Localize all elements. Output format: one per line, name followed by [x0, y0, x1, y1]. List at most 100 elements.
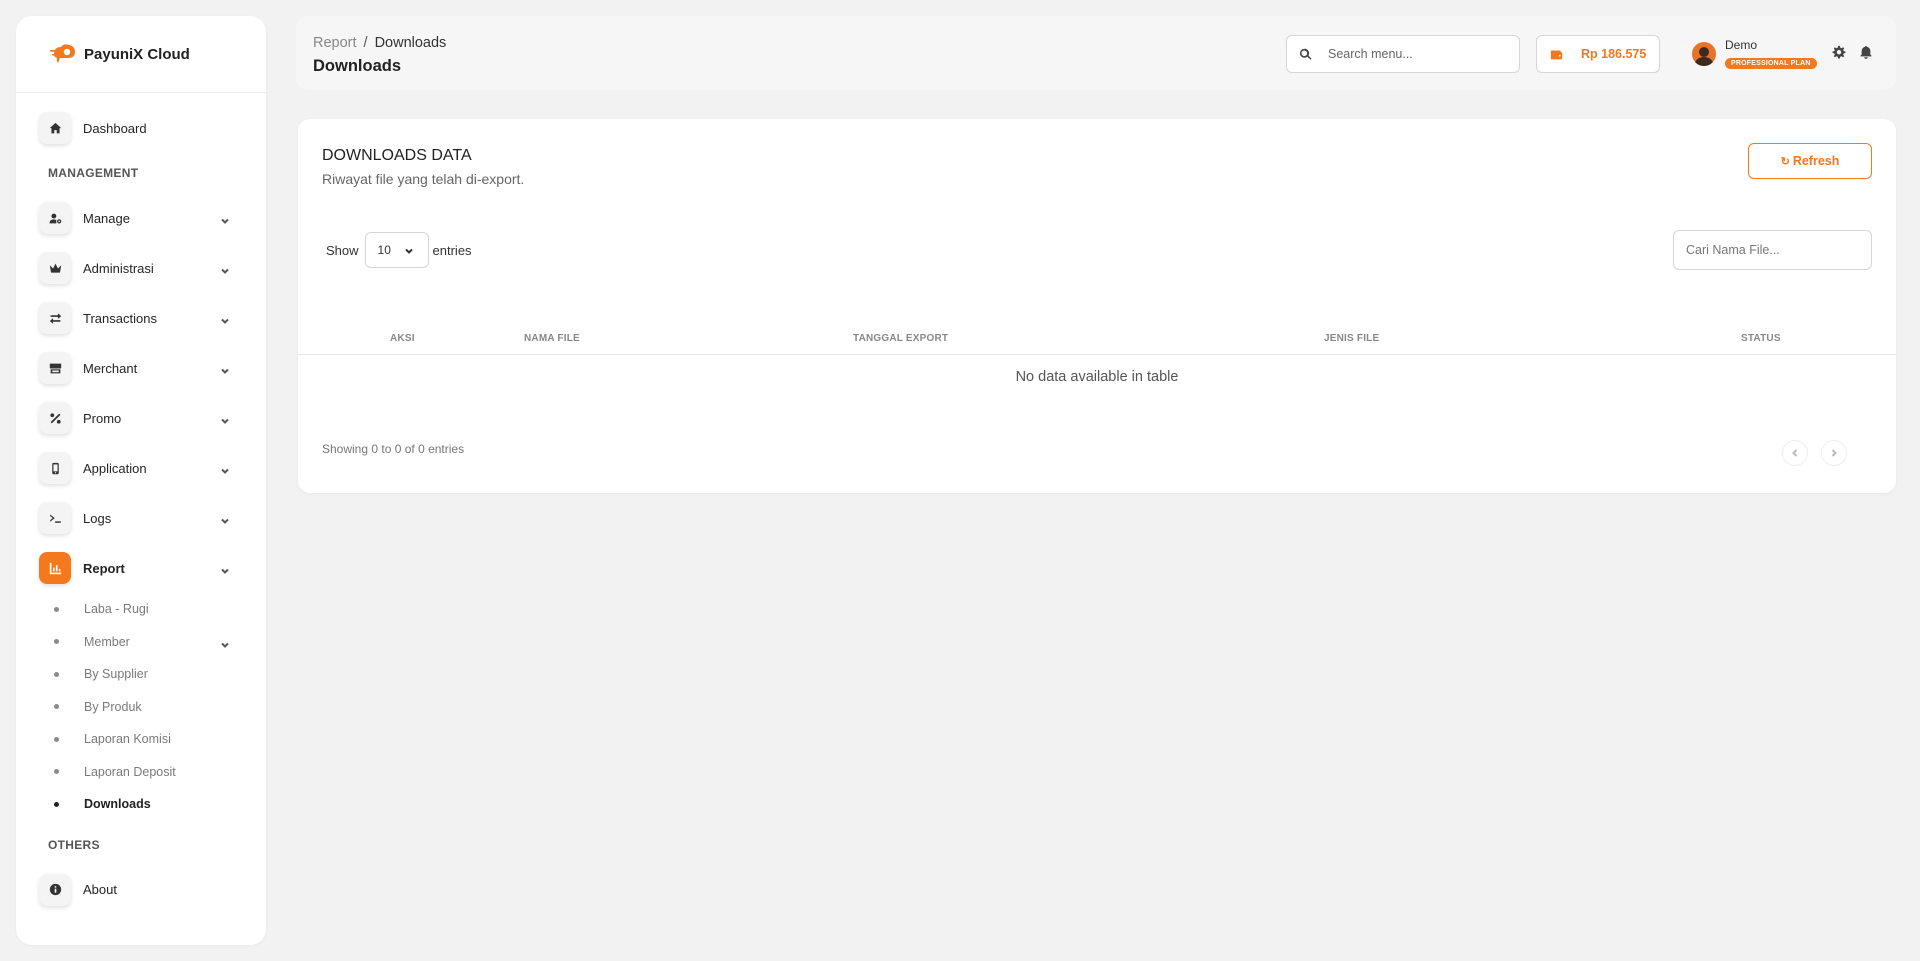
- column-header-jenis-file[interactable]: JENIS FILE: [1324, 333, 1379, 344]
- terminal-icon: [39, 502, 71, 534]
- bullet-dot-icon: [54, 671, 59, 677]
- entries-label: entries: [432, 242, 472, 258]
- mobile-icon: [39, 452, 71, 484]
- sidebar-item-transactions[interactable]: Transactions: [16, 293, 266, 343]
- table-header: AKSI NAMA FILE TANGGAL EXPORT JENIS FILE…: [298, 325, 1896, 355]
- pagination-next-button[interactable]: [1821, 440, 1847, 466]
- submenu-item-label: By Produk: [84, 699, 142, 714]
- bell-icon[interactable]: [1859, 45, 1873, 59]
- column-header-tanggal-export[interactable]: TANGGAL EXPORT: [853, 333, 948, 344]
- user-menu[interactable]: Demo PROFESSIONAL PLAN: [1692, 38, 1817, 70]
- brand-name: PayuniX Cloud: [84, 45, 190, 63]
- sidebar-item-label: Report: [83, 560, 125, 576]
- brand[interactable]: PayuniX Cloud: [16, 16, 266, 93]
- bullet-dot-icon: [54, 704, 59, 710]
- column-header-status[interactable]: STATUS: [1741, 333, 1781, 344]
- sidebar-item-logs[interactable]: Logs: [16, 493, 266, 543]
- sidebar-item-dashboard[interactable]: Dashboard: [16, 103, 266, 153]
- sidebar-item-label: Application: [83, 460, 147, 476]
- sidebar-item-application[interactable]: Application: [16, 443, 266, 493]
- submenu-item-downloads[interactable]: Downloads: [16, 788, 266, 821]
- table-info: Showing 0 to 0 of 0 entries: [322, 442, 465, 456]
- submenu-item-label: Laba - Rugi: [84, 602, 149, 617]
- sidebar-item-label: Dashboard: [83, 120, 147, 136]
- table-empty-message: No data available in table: [1015, 369, 1179, 385]
- column-header-nama-file[interactable]: NAMA FILE: [524, 333, 580, 344]
- chevron-down-icon: [220, 637, 230, 648]
- report-submenu: Laba - Rugi Member By Supplier By Produk…: [16, 593, 266, 821]
- submenu-item-laporan-komisi[interactable]: Laporan Komisi: [16, 723, 266, 756]
- page-length-value: 10: [377, 243, 391, 257]
- arrows-swap-icon: [39, 302, 71, 334]
- chart-icon: [39, 552, 71, 584]
- chevron-down-icon: [220, 413, 230, 424]
- chevron-left-icon: [1792, 449, 1798, 457]
- balance-button[interactable]: Rp 186.575: [1536, 35, 1660, 73]
- bullet-dot-icon: [54, 639, 59, 645]
- chevron-down-icon: [220, 563, 230, 574]
- search-menu-input[interactable]: [1328, 47, 1508, 61]
- submenu-item-label: By Supplier: [84, 667, 148, 682]
- breadcrumb-parent[interactable]: Report: [313, 35, 357, 51]
- submenu-item-label: Laporan Komisi: [84, 732, 171, 747]
- submenu-item-label: Downloads: [84, 797, 151, 812]
- brand-logo-icon: [48, 39, 78, 69]
- sidebar-item-label: Transactions: [83, 310, 157, 326]
- sidebar-item-administrasi[interactable]: Administrasi: [16, 243, 266, 293]
- chevron-down-icon: [220, 313, 230, 324]
- sidebar-item-label: Administrasi: [83, 260, 154, 276]
- user-info: Demo PROFESSIONAL PLAN: [1725, 38, 1817, 70]
- chevron-down-icon: [220, 213, 230, 224]
- percent-icon: [39, 402, 71, 434]
- sidebar-item-promo[interactable]: Promo: [16, 393, 266, 443]
- column-header-aksi[interactable]: AKSI: [390, 333, 415, 344]
- page-length-select[interactable]: 10: [364, 232, 429, 268]
- page-title: Downloads: [313, 57, 402, 75]
- submenu-item-laporan-deposit[interactable]: Laporan Deposit: [16, 756, 266, 789]
- breadcrumb-separator: /: [363, 35, 368, 51]
- wallet-icon: [1550, 49, 1563, 59]
- card-title: DOWNLOADS DATA: [322, 147, 472, 164]
- chevron-down-icon: [220, 263, 230, 274]
- pagination-previous-button[interactable]: [1782, 440, 1808, 466]
- info-icon: [39, 873, 71, 906]
- home-icon: [39, 112, 71, 144]
- breadcrumb: Report / Downloads: [313, 35, 446, 51]
- chevron-down-icon: [220, 463, 230, 474]
- chevron-down-icon: [220, 363, 230, 374]
- sidebar-item-label: Merchant: [83, 360, 138, 376]
- sidebar: PayuniX Cloud Dashboard MANAGEMENT Manag…: [16, 16, 266, 945]
- bullet-dot-icon: [54, 801, 59, 807]
- refresh-label: Refresh: [1792, 154, 1840, 168]
- sidebar-item-report[interactable]: Report: [16, 543, 266, 593]
- page-length-control: Show 10 entries: [326, 232, 472, 268]
- section-title-others: OTHERS: [48, 837, 100, 852]
- sidebar-item-label: Logs: [83, 510, 112, 526]
- sidebar-item-merchant[interactable]: Merchant: [16, 343, 266, 393]
- store-icon: [39, 352, 71, 384]
- submenu-item-by-supplier[interactable]: By Supplier: [16, 658, 266, 691]
- crown-icon: [39, 252, 71, 284]
- sidebar-item-about[interactable]: About: [16, 865, 266, 915]
- submenu-item-member[interactable]: Member: [16, 626, 266, 659]
- sidebar-item-manage[interactable]: Manage: [16, 193, 266, 243]
- sidebar-item-label: About: [83, 882, 117, 897]
- submenu-item-laba-rugi[interactable]: Laba - Rugi: [16, 593, 266, 626]
- file-search-input[interactable]: [1673, 230, 1872, 270]
- section-title-management: MANAGEMENT: [48, 166, 139, 180]
- card-subtitle: Riwayat file yang telah di-export.: [322, 171, 525, 187]
- submenu-item-label: Member: [84, 634, 130, 649]
- balance-amount: Rp 186.575: [1581, 47, 1647, 61]
- sidebar-item-label: Manage: [83, 210, 130, 226]
- refresh-button[interactable]: ↻ Refresh: [1748, 143, 1872, 179]
- submenu-item-by-produk[interactable]: By Produk: [16, 691, 266, 724]
- refresh-icon: ↻: [1780, 155, 1790, 168]
- plan-badge: PROFESSIONAL PLAN: [1725, 58, 1817, 69]
- search-icon: [1299, 48, 1312, 60]
- show-label: Show: [326, 242, 359, 258]
- downloads-card: DOWNLOADS DATA Riwayat file yang telah d…: [298, 119, 1896, 493]
- search-menu-box[interactable]: [1286, 35, 1520, 73]
- chevron-down-icon: [220, 513, 230, 524]
- chevron-down-icon: [404, 248, 413, 254]
- gear-icon[interactable]: [1832, 45, 1846, 59]
